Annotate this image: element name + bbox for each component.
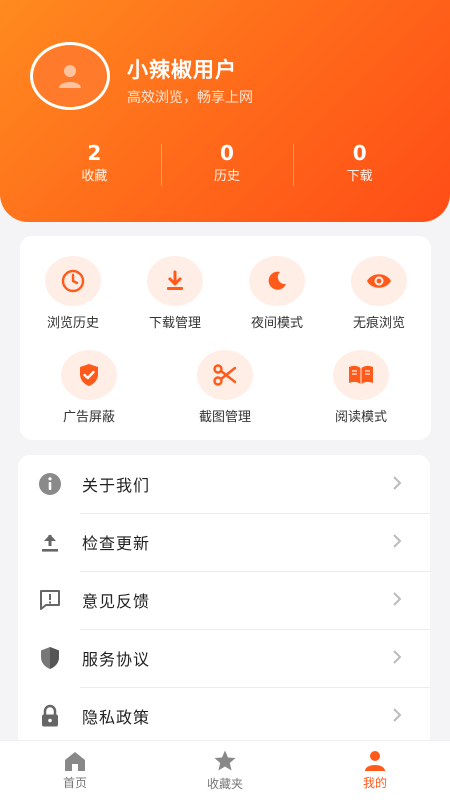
menu-item-privacy-policy[interactable]: 隐私政策: [18, 687, 430, 745]
tool-reading-mode[interactable]: 阅读模式: [316, 350, 406, 425]
star-icon: [214, 750, 236, 771]
stat-value: 0: [220, 141, 234, 165]
profile-header: 小辣椒用户 高效浏览，畅享上网 2 收藏 0 历史 0 下载: [0, 0, 450, 222]
chevron-right-icon: [393, 534, 402, 548]
eye-icon: [367, 274, 391, 288]
tool-label: 无痕浏览: [352, 316, 405, 331]
menu-item-label: 意见反馈: [82, 592, 151, 611]
tools-card: 浏览历史 下载管理 夜间模式 无痕浏览 广告屏蔽 截图管理 阅读模式: [20, 236, 431, 440]
tool-night-mode[interactable]: 夜间模式: [232, 256, 322, 331]
bottom-nav: 首页 收藏夹 我的: [0, 740, 450, 800]
menu-item-label: 检查更新: [82, 534, 151, 553]
avatar[interactable]: [30, 42, 110, 110]
profile-tagline: 高效浏览，畅享上网: [127, 90, 253, 106]
stat-history[interactable]: 0 历史: [160, 140, 294, 192]
tool-browse-history[interactable]: 浏览历史: [28, 256, 118, 331]
menu-item-label: 关于我们: [82, 476, 151, 495]
menu-item-label: 隐私政策: [82, 708, 151, 727]
tool-label: 浏览历史: [46, 316, 99, 331]
chevron-right-icon: [393, 592, 402, 606]
menu-item-check-update[interactable]: 检查更新: [18, 513, 430, 571]
person-icon: [365, 751, 385, 771]
upload-icon: [42, 534, 58, 552]
tool-label: 广告屏蔽: [62, 410, 115, 425]
settings-menu: 关于我们 检查更新 意见反馈 服务协议 隐私政策: [18, 455, 430, 755]
stat-label: 收藏: [81, 169, 108, 184]
nav-home[interactable]: 首页: [0, 741, 150, 800]
nav-label: 首页: [62, 776, 87, 790]
stat-downloads[interactable]: 0 下载: [293, 140, 426, 192]
user-icon: [59, 65, 81, 88]
info-icon: [39, 473, 61, 495]
tool-ad-block[interactable]: 广告屏蔽: [44, 350, 134, 425]
stats-row: 2 收藏 0 历史 0 下载: [28, 140, 426, 192]
stat-favorites[interactable]: 2 收藏: [28, 140, 161, 192]
lock-icon: [42, 704, 58, 727]
tool-incognito[interactable]: 无痕浏览: [334, 256, 424, 331]
clock-icon: [61, 269, 85, 293]
chevron-right-icon: [393, 708, 402, 722]
moon-icon: [268, 271, 286, 290]
stat-label: 下载: [346, 169, 373, 184]
nav-favorites[interactable]: 收藏夹: [150, 741, 300, 800]
stat-value: 2: [87, 141, 102, 165]
shield-check-icon: [80, 364, 98, 386]
tool-label: 夜间模式: [250, 316, 303, 331]
book-icon: [349, 365, 373, 384]
nav-label: 收藏夹: [206, 777, 243, 791]
home-icon: [65, 752, 85, 771]
nav-label: 我的: [362, 776, 387, 790]
username: 小辣椒用户: [127, 58, 237, 82]
menu-item-service-agreement[interactable]: 服务协议: [18, 629, 430, 687]
tool-download-manager[interactable]: 下载管理: [130, 256, 220, 331]
menu-item-feedback[interactable]: 意见反馈: [18, 571, 430, 629]
nav-mine[interactable]: 我的: [300, 741, 450, 800]
shield-icon: [41, 647, 59, 669]
tool-label: 下载管理: [148, 316, 201, 331]
download-icon: [167, 270, 183, 290]
stat-label: 历史: [214, 169, 241, 184]
menu-item-label: 服务协议: [82, 650, 151, 669]
chevron-right-icon: [393, 650, 402, 664]
tool-screenshot-manager[interactable]: 截图管理: [180, 350, 270, 425]
tool-label: 阅读模式: [334, 410, 387, 425]
scissors-icon: [213, 364, 237, 386]
feedback-icon: [40, 590, 60, 610]
menu-item-about[interactable]: 关于我们: [18, 455, 430, 513]
chevron-right-icon: [393, 476, 402, 490]
tool-label: 截图管理: [198, 410, 251, 425]
stat-value: 0: [352, 141, 367, 165]
